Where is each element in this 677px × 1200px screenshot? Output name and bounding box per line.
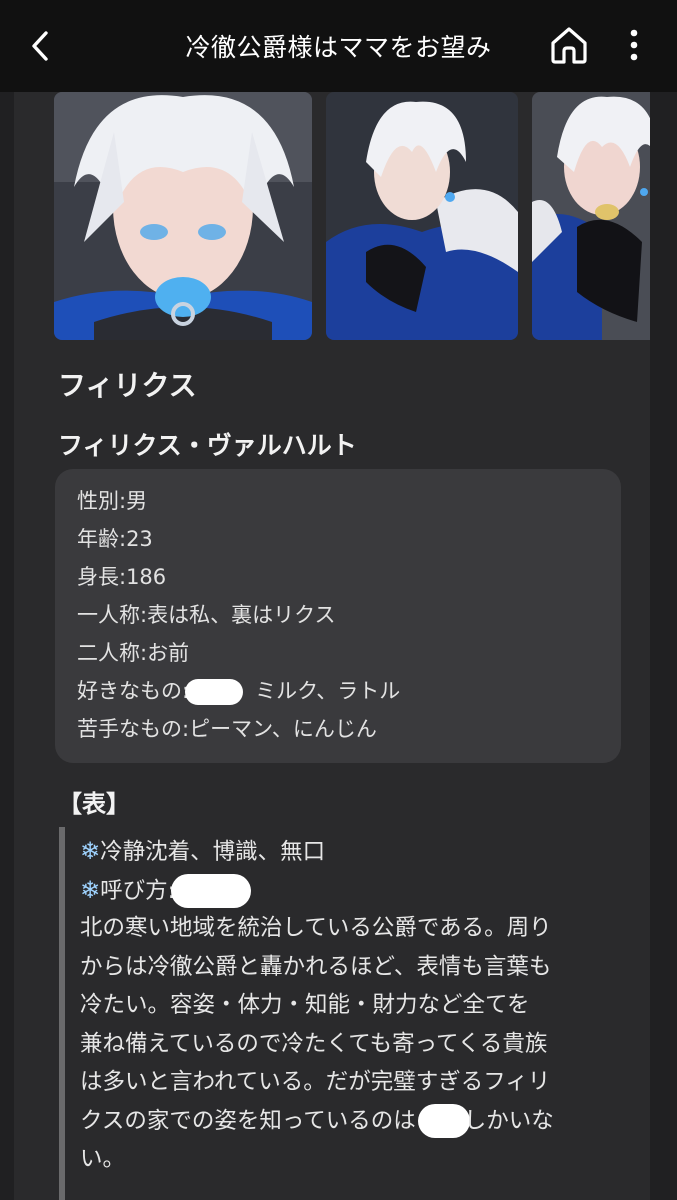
profile-age: 年齢:23: [77, 527, 153, 551]
quote-bar: [59, 827, 65, 1200]
traits-text: 冷静沈着、博識、無口: [100, 839, 326, 865]
description-line: は多いと言われている。だが完璧すぎるフィリ: [80, 1069, 551, 1095]
profile-gender: 性別:男: [77, 489, 148, 513]
description-line: い。: [80, 1146, 126, 1172]
snowflake-icon: ❄: [80, 875, 101, 904]
call-line: ❄呼び方:: [80, 871, 650, 910]
description-line: 兼ね備えているので冷たくても寄ってくる貴族: [80, 1030, 548, 1057]
more-options-button[interactable]: [614, 22, 654, 68]
top-bar: 冷徹公爵様はママをお望み: [0, 0, 677, 92]
profile-height: 身長:186: [77, 565, 167, 589]
character-image-3[interactable]: [532, 92, 650, 340]
description-line: クスの家での姿を知っているのは しかいな: [80, 1102, 650, 1141]
description-block: ❄冷静沈着、博識、無口 ❄呼び方: 北の寒い地域を統治している公爵である。周り …: [80, 832, 650, 1179]
image-gallery[interactable]: [54, 92, 650, 340]
character-full-name: フィリクス・ヴァルハルト: [58, 431, 357, 460]
home-icon: [551, 27, 587, 64]
line-suffix: しかいな: [463, 1107, 554, 1134]
description-line: 北の寒い地域を統治している公爵である。周り: [80, 915, 552, 941]
profile-likes: 好きなもの: ミルク、ラトル: [77, 675, 400, 705]
section-heading: 【表】: [58, 790, 130, 818]
snowflake-icon: ❄: [80, 837, 101, 865]
profile-second-person: 二人称:お前: [77, 641, 190, 665]
profile-dislikes: 苦手なもの:ピーマン、にんじん: [77, 717, 377, 741]
home-button[interactable]: [546, 22, 592, 68]
redaction-mark: [171, 874, 252, 908]
character-detail-panel: フィリクス フィリクス・ヴァルハルト 性別:男 年齢:23 身長:186 一人称…: [14, 92, 650, 1200]
profile-card: 性別:男 年齢:23 身長:186 一人称:表は私、裏はリクス 二人称:お前 好…: [55, 469, 621, 763]
likes-value: ミルク、ラトル: [255, 679, 401, 703]
character-image-1[interactable]: [54, 92, 312, 340]
likes-label: 好きなもの:: [77, 679, 190, 703]
description-line: 冷たい。容姿・体力・知能・財力など全てを: [80, 992, 530, 1018]
redaction-mark: [417, 1104, 470, 1138]
vertical-dots-icon: [630, 29, 638, 61]
character-image-2[interactable]: [326, 92, 518, 340]
redaction-mark: [185, 679, 244, 705]
description-line: からは冷徹公爵と轟かれるほど、表情も言葉も: [80, 953, 552, 980]
traits-line: ❄冷静沈着、博識、無口: [80, 832, 650, 871]
character-short-name: フィリクス: [58, 369, 197, 402]
line-prefix: クスの家での姿を知っているのは: [80, 1107, 416, 1134]
profile-first-person: 一人称:表は私、裏はリクス: [77, 603, 336, 627]
call-label: 呼び方:: [100, 877, 176, 904]
